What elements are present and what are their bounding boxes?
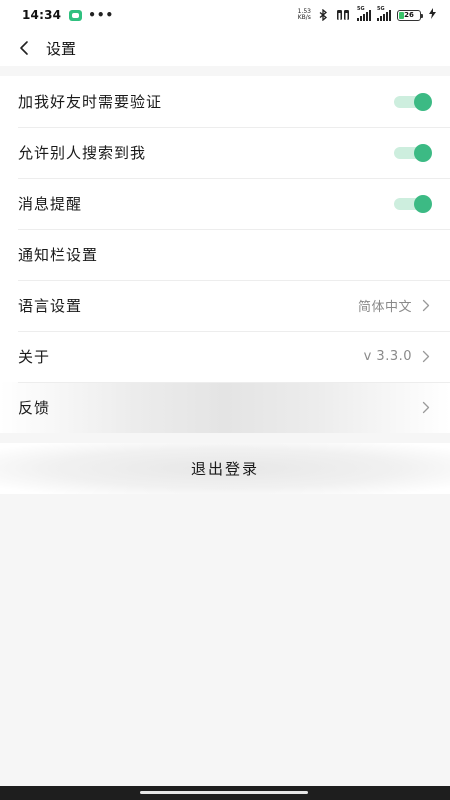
message-app-icon [69, 9, 83, 21]
status-bar: 14:34 ••• 1.53 KB/s 5G 5G 26 [0, 0, 450, 30]
setting-label: 消息提醒 [18, 195, 83, 213]
chevron-left-icon [20, 41, 28, 55]
setting-label: 加我好友时需要验证 [18, 93, 163, 111]
setting-feedback[interactable]: 反馈 [0, 382, 450, 433]
battery-icon: 26 [397, 9, 423, 21]
signal-1-icon: 5G [357, 6, 371, 21]
settings-list: 加我好友时需要验证 允许别人搜索到我 消息提醒 通知栏设置 语言设置 简体中文 … [0, 76, 450, 433]
battery-level: 26 [404, 11, 414, 19]
setting-label: 允许别人搜索到我 [18, 144, 147, 162]
setting-label: 通知栏设置 [18, 246, 99, 264]
network-speed-unit: KB/s [297, 14, 311, 21]
setting-allow-search[interactable]: 允许别人搜索到我 [0, 127, 450, 178]
charging-icon [429, 8, 436, 22]
back-button[interactable] [4, 30, 44, 66]
chevron-right-icon [422, 350, 430, 363]
message-reminder-toggle[interactable] [394, 194, 432, 213]
allow-search-toggle[interactable] [394, 143, 432, 162]
logout-label: 退出登录 [190, 460, 259, 478]
status-time: 14:34 [22, 8, 62, 22]
vibrate-icon [335, 9, 351, 21]
setting-label: 反馈 [18, 399, 51, 417]
network-type-1: 5G [357, 6, 365, 12]
page-title: 设置 [46, 39, 77, 58]
settings-screen: 14:34 ••• 1.53 KB/s 5G 5G 26 设置 加我好友时需要验… [0, 0, 450, 800]
bluetooth-icon [317, 9, 329, 21]
status-right: 1.53 KB/s 5G 5G 26 [298, 6, 436, 22]
language-value: 简体中文 [357, 300, 412, 315]
chevron-right-icon [422, 299, 430, 312]
toggle-knob [414, 194, 432, 213]
toggle-knob [414, 143, 432, 162]
setting-label: 关于 [18, 348, 51, 366]
setting-label: 语言设置 [18, 297, 83, 315]
setting-message-reminder[interactable]: 消息提醒 [0, 178, 450, 229]
chevron-right-icon [422, 401, 430, 414]
signal-2-icon: 5G [377, 6, 391, 21]
navigation-bar [0, 786, 450, 800]
logout-button[interactable]: 退出登录 [0, 443, 450, 494]
home-indicator[interactable] [140, 791, 308, 794]
setting-notification-bar[interactable]: 通知栏设置 [0, 229, 450, 280]
friend-verification-toggle[interactable] [394, 92, 432, 111]
setting-about[interactable]: 关于 v 3.3.0 [0, 331, 450, 382]
network-type-2: 5G [377, 6, 385, 12]
header: 设置 [0, 30, 450, 66]
more-notifications-icon: ••• [88, 8, 115, 22]
version-value: v 3.3.0 [363, 349, 412, 364]
network-speed: 1.53 KB/s [298, 9, 311, 21]
toggle-knob [414, 92, 432, 111]
setting-friend-verification[interactable]: 加我好友时需要验证 [0, 76, 450, 127]
setting-language[interactable]: 语言设置 简体中文 [0, 280, 450, 331]
